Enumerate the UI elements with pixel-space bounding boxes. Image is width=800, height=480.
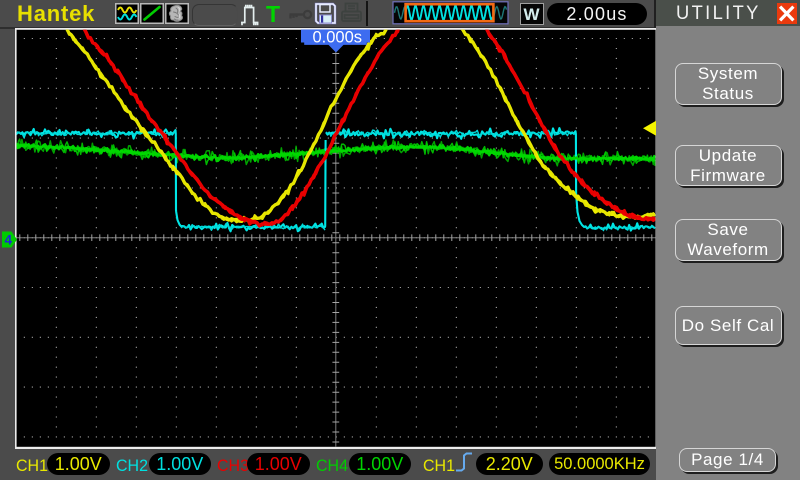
svg-text:0.000s: 0.000s (313, 29, 363, 47)
svg-text:4: 4 (5, 233, 13, 248)
